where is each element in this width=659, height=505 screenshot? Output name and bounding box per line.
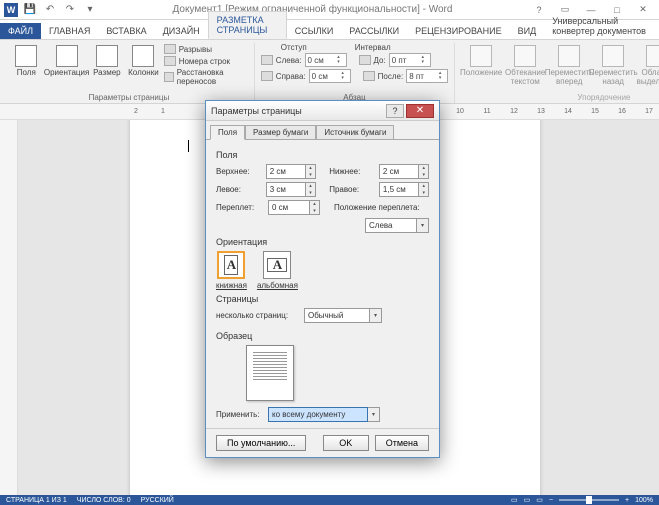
tab-review[interactable]: РЕЦЕНЗИРОВАНИЕ: [407, 23, 510, 39]
status-bar: СТРАНИЦА 1 ИЗ 1 ЧИСЛО СЛОВ: 0 РУССКИЙ ▭ …: [0, 495, 659, 505]
columns-button[interactable]: Колонки: [127, 43, 160, 78]
indent-left-icon: [261, 55, 273, 65]
bottom-input[interactable]: 2 см: [379, 164, 420, 179]
default-button[interactable]: По умолчанию...: [216, 435, 306, 451]
gutter-pos-label: Положение переплета:: [334, 203, 420, 212]
status-words[interactable]: ЧИСЛО СЛОВ: 0: [77, 497, 131, 504]
spacing-before-icon: [359, 55, 371, 65]
backward-button: Переместить назад: [593, 43, 633, 87]
orientation-section-label: Ориентация: [216, 237, 429, 247]
tab-file[interactable]: ФАЙЛ: [0, 23, 41, 39]
top-input[interactable]: 2 см: [266, 164, 307, 179]
tab-home[interactable]: ГЛАВНАЯ: [41, 23, 98, 39]
status-page[interactable]: СТРАНИЦА 1 ИЗ 1: [6, 497, 67, 504]
pages-section-label: Страницы: [216, 294, 429, 304]
top-label: Верхнее:: [216, 167, 266, 176]
qat-dropdown-icon[interactable]: ▾: [82, 2, 98, 18]
word-icon: W: [4, 3, 18, 17]
spacing-after-icon: [363, 71, 375, 81]
text-cursor: [188, 140, 189, 152]
indent-right-icon: [261, 71, 273, 81]
tab-mailings[interactable]: РАССЫЛКИ: [341, 23, 407, 39]
vertical-ruler[interactable]: [0, 120, 18, 495]
selection-button: Область выделения: [637, 43, 659, 87]
tab-insert[interactable]: ВСТАВКА: [98, 23, 154, 39]
zoom-slider[interactable]: [559, 499, 619, 501]
spacing-before-input[interactable]: 0 пт▴▾: [389, 53, 431, 67]
gutter-input[interactable]: 0 см: [268, 200, 310, 215]
tab-view[interactable]: ВИД: [510, 23, 545, 39]
dialog-title: Параметры страницы: [211, 106, 386, 116]
margins-section-label: Поля: [216, 150, 429, 160]
zoom-value[interactable]: 100%: [635, 497, 653, 504]
line-numbers-button[interactable]: Номера строк: [164, 55, 248, 67]
hyphenation-button[interactable]: Расстановка переносов: [164, 67, 248, 87]
dialog-tab-paper[interactable]: Размер бумаги: [245, 125, 316, 140]
ok-button[interactable]: OK: [323, 435, 369, 451]
ribbon-tabs: ФАЙЛ ГЛАВНАЯ ВСТАВКА ДИЗАЙН РАЗМЕТКА СТР…: [0, 20, 659, 40]
page-setup-dialog: Параметры страницы ? ✕ Поля Размер бумаг…: [205, 100, 440, 458]
forward-button: Переместить вперед: [549, 43, 589, 87]
zoom-out-icon[interactable]: −: [549, 497, 553, 504]
dialog-close-icon[interactable]: ✕: [406, 104, 434, 118]
margins-button[interactable]: Поля: [10, 43, 43, 78]
top-spin[interactable]: ▴▾: [306, 164, 316, 179]
gutter-label: Переплет:: [216, 203, 268, 212]
view-web-icon[interactable]: ▭: [536, 496, 543, 504]
left-spin[interactable]: ▴▾: [306, 182, 316, 197]
view-read-icon[interactable]: ▭: [511, 496, 518, 504]
portrait-option[interactable]: A книжная: [216, 251, 247, 290]
breaks-button[interactable]: Разрывы: [164, 43, 248, 55]
spacing-after-input[interactable]: 8 пт▴▾: [406, 69, 448, 83]
indent-left-input[interactable]: 0 см▴▾: [305, 53, 347, 67]
dialog-help-icon[interactable]: ?: [386, 104, 404, 118]
undo-icon[interactable]: ↶: [42, 2, 58, 18]
view-print-icon[interactable]: ▭: [524, 496, 531, 504]
ribbon: Поля Ориентация Размер Колонки Разрывы Н…: [0, 40, 659, 104]
dialog-tabs: Поля Размер бумаги Источник бумаги: [206, 121, 439, 140]
size-button[interactable]: Размер: [91, 43, 124, 78]
multipages-label: несколько страниц:: [216, 311, 304, 320]
arrange-group-label: Упорядочение: [461, 92, 659, 103]
tab-references[interactable]: ССЫЛКИ: [287, 23, 342, 39]
right-label: Правое:: [329, 185, 379, 194]
dialog-tab-source[interactable]: Источник бумаги: [316, 125, 394, 140]
left-label: Левое:: [216, 185, 266, 194]
left-input[interactable]: 3 см: [266, 182, 307, 197]
right-input[interactable]: 1,5 см: [379, 182, 420, 197]
preview-box: [246, 345, 294, 401]
tab-converter[interactable]: Универсальный конвертер документов: [544, 13, 659, 39]
indent-right-input[interactable]: 0 см▴▾: [309, 69, 351, 83]
tab-layout[interactable]: РАЗМЕТКА СТРАНИЦЫ: [208, 11, 287, 39]
wrap-button: Обтекание текстом: [505, 43, 545, 87]
status-lang[interactable]: РУССКИЙ: [141, 497, 174, 504]
cancel-button[interactable]: Отмена: [375, 435, 429, 451]
gutter-pos-select[interactable]: Слева: [365, 218, 417, 233]
landscape-option[interactable]: A альбомная: [257, 251, 298, 290]
multipages-arrow[interactable]: ▾: [370, 308, 382, 323]
bottom-spin[interactable]: ▴▾: [419, 164, 429, 179]
applyto-select[interactable]: ко всему документу: [268, 407, 368, 422]
position-button: Положение: [461, 43, 501, 78]
applyto-arrow[interactable]: ▾: [368, 407, 380, 422]
applyto-label: Применить:: [216, 410, 268, 419]
window-title: Документ1 [Режим ограниченной функционал…: [98, 4, 527, 15]
dialog-titlebar[interactable]: Параметры страницы ? ✕: [206, 101, 439, 121]
bottom-label: Нижнее:: [329, 167, 379, 176]
zoom-in-icon[interactable]: +: [625, 497, 629, 504]
dialog-tab-margins[interactable]: Поля: [210, 125, 245, 140]
orientation-button[interactable]: Ориентация: [47, 43, 87, 78]
gutter-spin[interactable]: ▴▾: [310, 200, 320, 215]
multipages-select[interactable]: Обычный: [304, 308, 370, 323]
save-icon[interactable]: 💾: [22, 2, 38, 18]
preview-section-label: Образец: [216, 331, 429, 341]
tab-design[interactable]: ДИЗАЙН: [155, 23, 208, 39]
redo-icon[interactable]: ↷: [62, 2, 78, 18]
gutter-pos-arrow[interactable]: ▾: [417, 218, 429, 233]
right-spin[interactable]: ▴▾: [419, 182, 429, 197]
